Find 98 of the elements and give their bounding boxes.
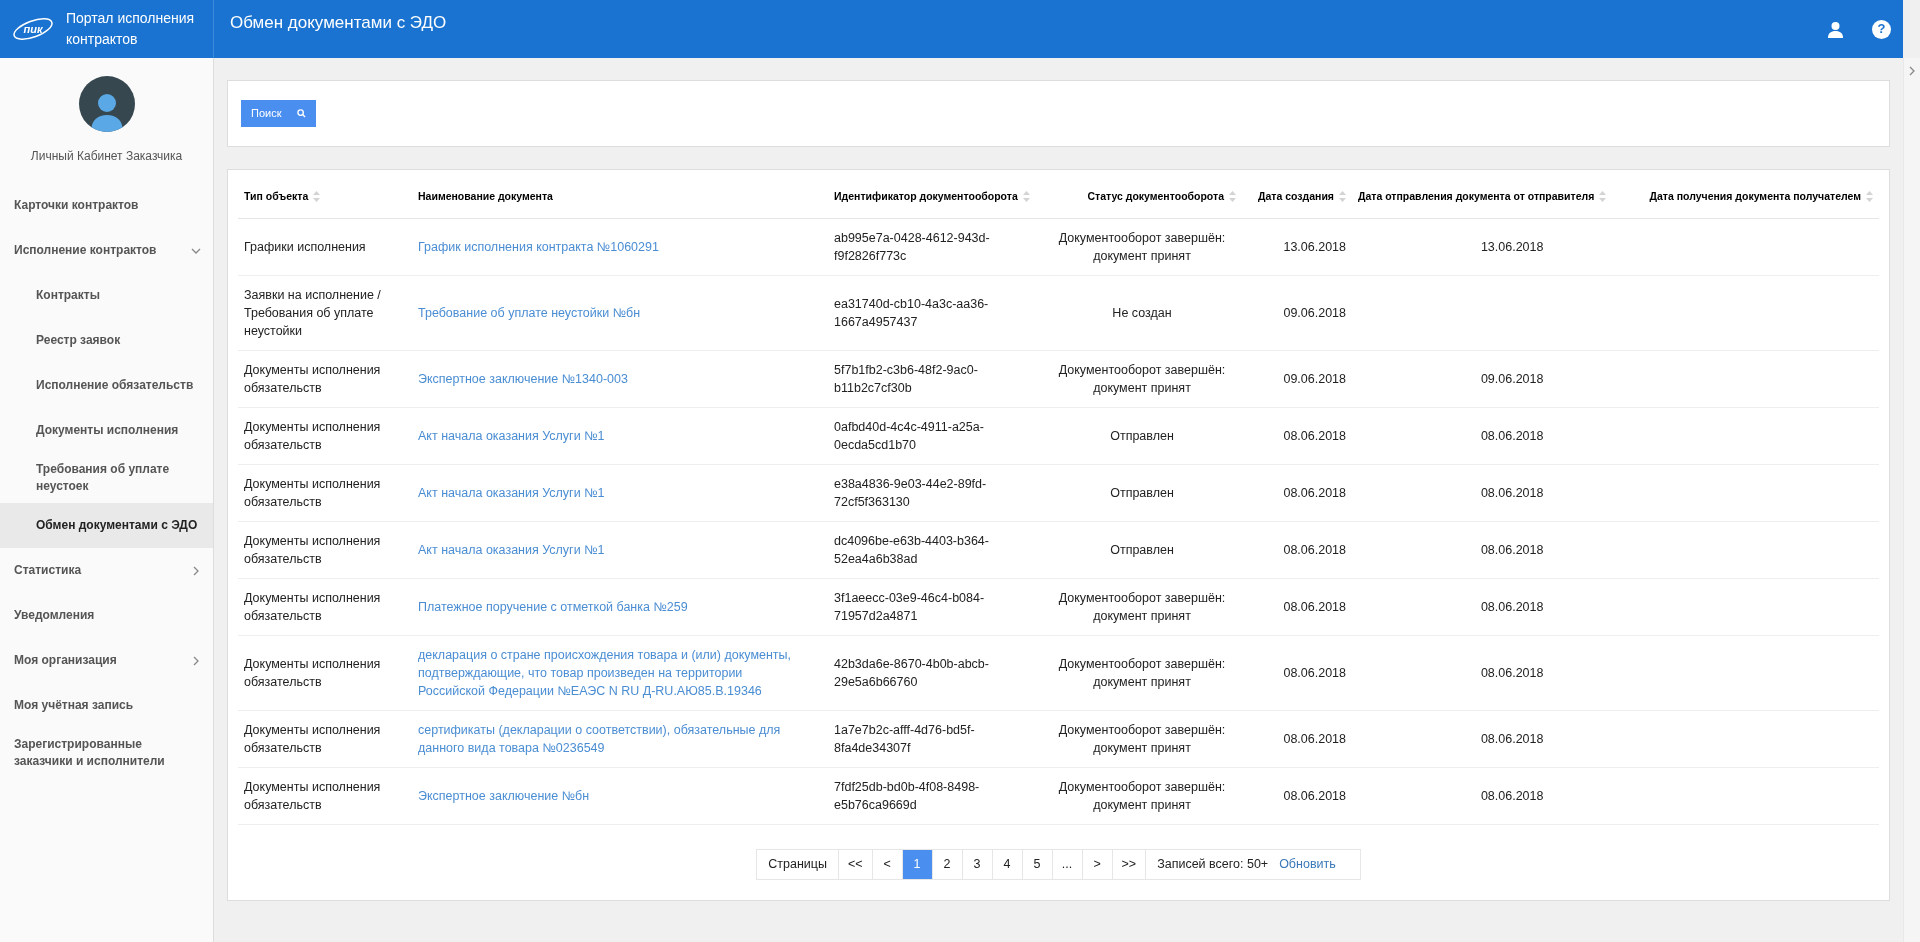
table-cell-text: Документооборот завершён: документ принят xyxy=(1057,655,1227,691)
document-link[interactable]: Акт начала оказания Услуги №1 xyxy=(418,540,808,559)
sort-icon xyxy=(1229,191,1236,203)
portal-title: Портал исполнения контрактов xyxy=(66,9,196,49)
document-link[interactable]: Акт начала оказания Услуги №1 xyxy=(418,483,808,502)
sort-icon xyxy=(1022,191,1030,203)
search-icon xyxy=(297,109,307,118)
sort-icon xyxy=(1866,191,1873,203)
table-cell-text: Документооборот завершён: документ принят xyxy=(1057,721,1227,757)
table-cell-text: 5f7b1fb2-c3b6-48f2-9ac0-b11b2c7cf30b xyxy=(834,361,979,397)
table-cell: 08.06.2018 xyxy=(1283,731,1346,746)
refresh-link[interactable]: Обновить xyxy=(1268,849,1360,879)
table-cell: 13.06.2018 xyxy=(1283,239,1346,254)
table-cell: 08.06.2018 xyxy=(1283,428,1346,443)
document-link[interactable]: Платежное поручение с отметкой банка №259 xyxy=(418,597,808,616)
table-cell-text: 08.06.2018 xyxy=(1479,485,1544,500)
table-cell: Документы исполнения обязательств xyxy=(244,476,381,509)
table-cell: Документы исполнения обязательств xyxy=(244,419,381,452)
table-cell-text: 08.06.2018 xyxy=(1479,428,1544,443)
column-header[interactable]: Дата создания xyxy=(1248,188,1346,205)
sort-icon xyxy=(313,191,321,203)
table-cell-text: Отправлен xyxy=(1109,541,1175,559)
column-header[interactable]: Тип объекта xyxy=(244,188,406,205)
user-icon[interactable] xyxy=(1827,20,1844,38)
column-header: Наименование документа xyxy=(418,188,554,204)
table-cell: Документы исполнения обязательств xyxy=(244,722,381,755)
document-link[interactable]: Акт начала оказания Услуги №1 xyxy=(418,426,808,445)
sidebar-item[interactable]: Уведомления xyxy=(0,593,213,638)
table-cell: 08.06.2018 xyxy=(1283,788,1346,803)
sidebar-item[interactable]: Карточки контрактов xyxy=(0,183,213,228)
table-cell: Документы исполнения обязательств xyxy=(244,779,381,812)
records-total: Записей всего: 50+ xyxy=(1156,855,1269,873)
table-cell-text: Отправлен xyxy=(1109,484,1175,502)
table-cell-text: Отправлен xyxy=(1109,427,1175,445)
table-cell-text: 08.06.2018 xyxy=(1479,731,1544,746)
document-link[interactable]: декларация о стране происхождения товара и (или) документы, подтверждающие, что товар произведен на территории Российской Федерации №ЕАЭС N RU Д-RU.АЮ85.В.19346 xyxy=(418,645,808,700)
help-icon[interactable]: ? xyxy=(1872,19,1891,39)
sidebar-item[interactable]: Контракты xyxy=(0,273,213,318)
scrollbar[interactable] xyxy=(1903,58,1920,942)
table-cell: 09.06.2018 xyxy=(1283,371,1346,386)
table-cell: 08.06.2018 xyxy=(1283,665,1346,680)
table-cell-text: e38a4836-9e03-44e2-89fd-72cf5f363130 xyxy=(834,475,988,511)
table-cell-text: dc4096be-e63b-4403-b364-52ea4a6b38ad xyxy=(834,532,990,568)
sidebar-item[interactable]: Реестр заявок xyxy=(0,318,213,363)
document-link[interactable]: Экспертное заключение №1340-003 xyxy=(418,369,808,388)
table-cell: 08.06.2018 xyxy=(1283,599,1346,614)
table-cell: 08.06.2018 xyxy=(1283,485,1346,500)
sort-icon xyxy=(1339,191,1346,203)
document-link[interactable]: Требование об уплате неустойки №бн xyxy=(418,303,808,322)
table-cell: Документы исполнения обязательств xyxy=(244,362,381,395)
sidebar-item[interactable]: Документы исполнения xyxy=(0,408,213,453)
table-cell-text: Документооборот завершён: документ принят xyxy=(1057,229,1227,265)
table-cell-text: 1a7e7b2c-afff-4d76-bd5f-8fa4de34307f xyxy=(834,721,976,757)
column-header[interactable]: Идентификатор документооборота xyxy=(834,188,1036,205)
table-cell-text: ea31740d-cb10-4a3c-aa36-1667a4957437 xyxy=(834,295,990,331)
sidebar-item[interactable]: Исполнение контрактов xyxy=(0,228,213,273)
table-cell: 08.06.2018 xyxy=(1283,542,1346,557)
table-cell-text: 7fdf25db-bd0b-4f08-8498-e5b76ca9669d xyxy=(834,778,981,814)
document-link[interactable]: сертификаты (декларации о соответствии), обязательные для данного вида товара №0236549 xyxy=(418,720,808,757)
sidebar-item[interactable]: Требования об уплате неустоек xyxy=(0,453,213,503)
table-cell: Документы исполнения обязательств xyxy=(244,656,381,689)
document-link[interactable]: Экспертное заключение №бн xyxy=(418,786,808,805)
table-cell-text: 3f1aeecc-03e9-46c4-b084-71957d2a4871 xyxy=(834,589,986,625)
table-cell-text: 09.06.2018 xyxy=(1479,371,1544,386)
user-caption: Личный Кабинет Заказчика xyxy=(30,148,183,165)
column-header[interactable]: Статус документооборота xyxy=(1048,188,1236,205)
chevron-right-icon xyxy=(1907,66,1917,76)
table-cell-text: 0afbd40d-4c4c-4911-a25a-0ecda5cd1b70 xyxy=(834,418,985,454)
table-cell-text: 08.06.2018 xyxy=(1479,599,1544,614)
table-cell: Документы исполнения обязательств xyxy=(244,533,381,566)
table-cell-text: 08.06.2018 xyxy=(1479,665,1544,680)
sidebar-item[interactable]: Зарегистрированные заказчики и исполнители xyxy=(0,728,213,778)
pagination-label: Страницы xyxy=(757,849,839,879)
table-cell-text: 08.06.2018 xyxy=(1479,542,1544,557)
table-cell-text: 13.06.2018 xyxy=(1479,239,1544,254)
table-cell-text: ab995e7a-0428-4612-943d-f9f2826f773c xyxy=(834,229,991,265)
table-cell: Заявки на исполнение / Требования об уплате неустойки xyxy=(244,287,381,338)
table-cell-text: 08.06.2018 xyxy=(1479,788,1544,803)
table-cell-text: Не создан xyxy=(1111,304,1173,322)
table-cell: Графики исполнения xyxy=(244,239,366,254)
table-cell-text: Документооборот завершён: документ принят xyxy=(1057,589,1227,625)
table-cell-text: Документооборот завершён: документ принят xyxy=(1057,361,1227,397)
table-cell-text: Документооборот завершён: документ принят xyxy=(1057,778,1227,814)
sidebar-item[interactable]: Исполнение обязательств xyxy=(0,363,213,408)
sidebar-item[interactable]: Обмен документами с ЭДО xyxy=(0,503,213,548)
sidebar-item[interactable]: Моя организация xyxy=(0,638,213,683)
chevron-right-icon xyxy=(191,565,201,576)
table-cell: Документы исполнения обязательств xyxy=(244,590,381,623)
page-title: Обмен документами с ЭДО xyxy=(230,12,447,34)
table-cell-text: 42b3da6e-8670-4b0b-abcb-29e5a6b66760 xyxy=(834,655,990,691)
document-link[interactable]: График исполнения контракта №1060291 xyxy=(418,237,808,256)
sidebar-item[interactable]: Статистика xyxy=(0,548,213,593)
column-header[interactable]: Дата отправления документа от отправителя xyxy=(1358,188,1607,205)
sidebar-item[interactable]: Моя учётная запись xyxy=(0,683,213,728)
column-header[interactable]: Дата получения документа получателем xyxy=(1618,188,1873,205)
chevron-right-icon xyxy=(191,655,201,666)
sort-icon xyxy=(1599,191,1607,203)
table-cell: 09.06.2018 xyxy=(1283,305,1346,320)
